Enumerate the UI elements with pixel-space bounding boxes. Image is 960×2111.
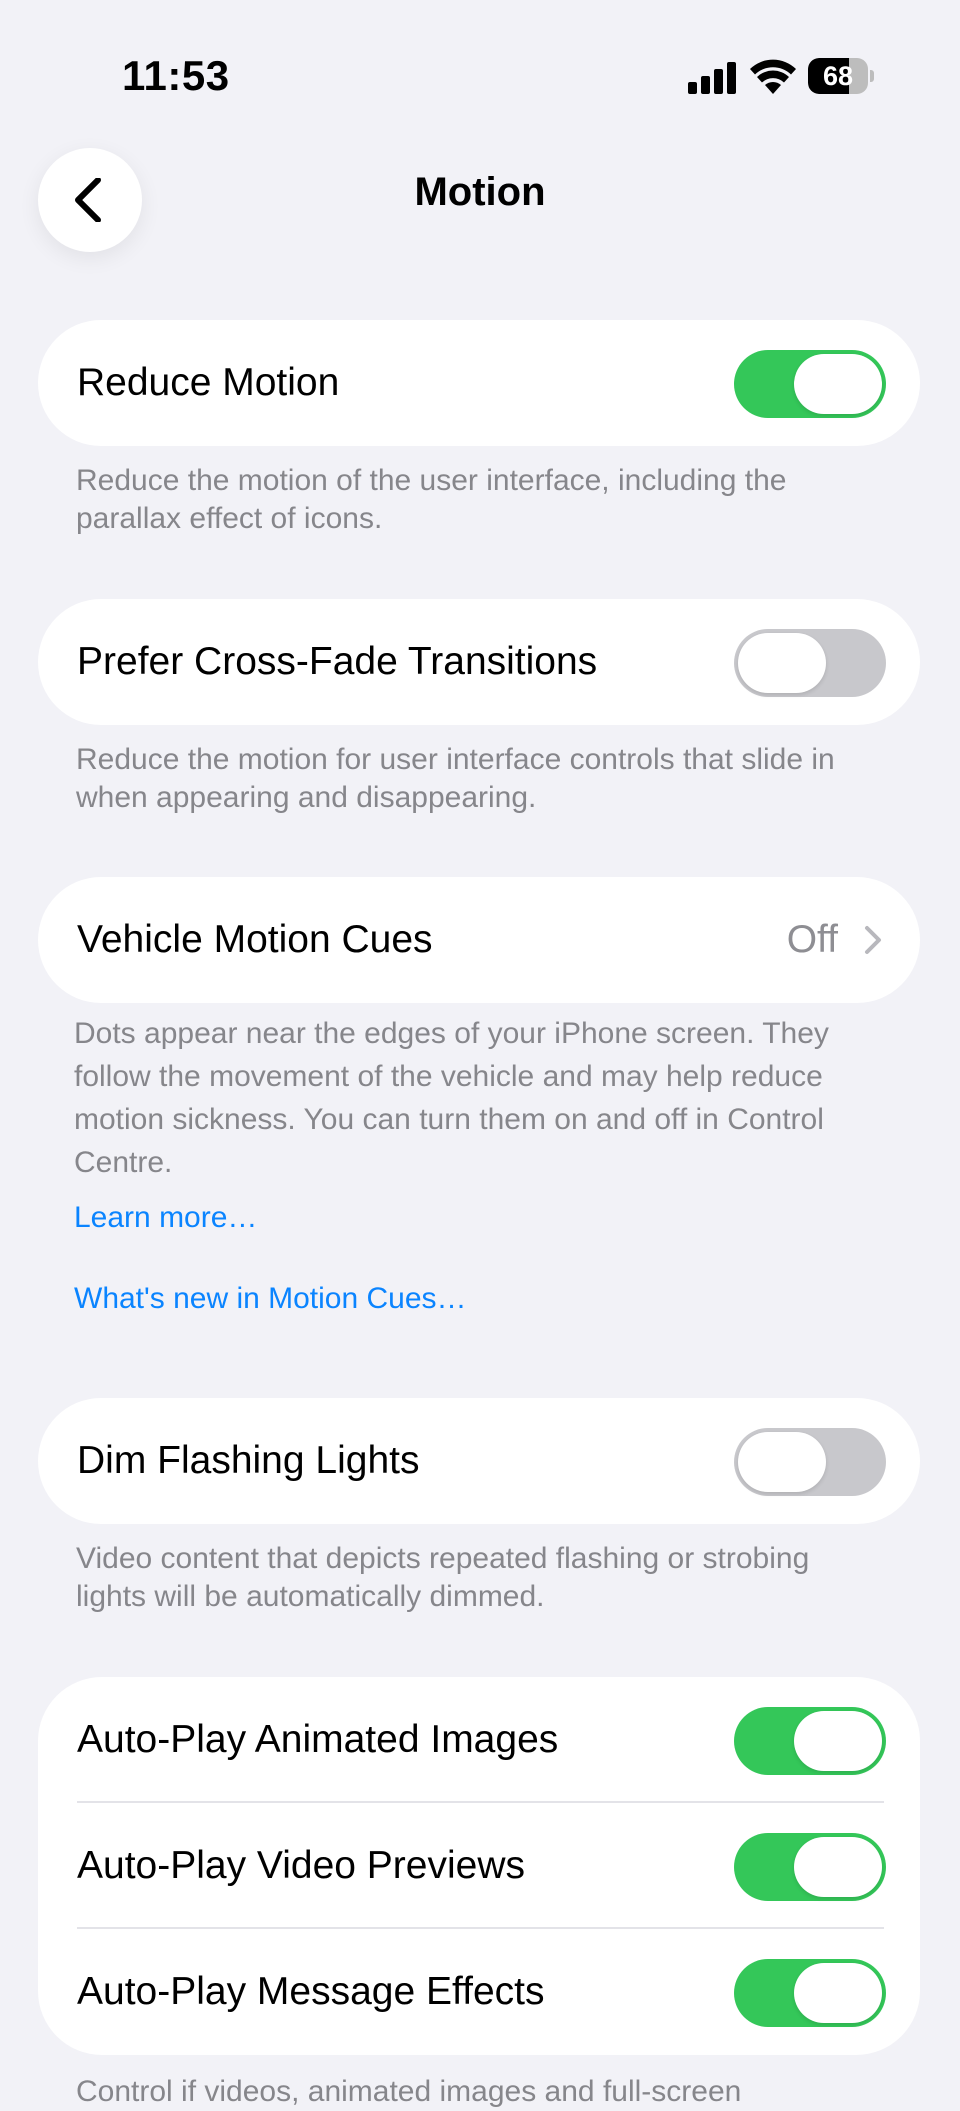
auto-play-message-effects-label: Auto-Play Message Effects: [77, 1970, 545, 2013]
dim-flashing-lights-group: Dim Flashing Lights: [38, 1398, 920, 1524]
auto-play-video-previews-row: Auto-Play Video Previews: [38, 1803, 920, 1929]
reduce-motion-label: Reduce Motion: [77, 361, 340, 404]
auto-play-message-effects-row: Auto-Play Message Effects: [38, 1929, 920, 2055]
vehicle-motion-cues-footer: Dots appear near the edges of your iPhon…: [74, 1017, 829, 1179]
status-time: 11:53: [122, 52, 230, 99]
battery-icon: 68: [808, 58, 874, 94]
battery-percentage: 68: [822, 61, 854, 91]
auto-play-video-previews-label: Auto-Play Video Previews: [77, 1844, 526, 1887]
reduce-motion-group: Reduce Motion: [38, 320, 920, 446]
auto-play-group: Auto-Play Animated Images Auto-Play Vide…: [38, 1677, 920, 2055]
page-title: Motion: [414, 170, 546, 214]
wifi-icon: [750, 59, 796, 94]
reduce-motion-row: Reduce Motion: [38, 320, 920, 446]
reduce-motion-footer: Reduce the motion of the user interface,…: [76, 464, 787, 535]
vehicle-motion-cues-row[interactable]: Vehicle Motion Cues Off: [38, 877, 920, 1003]
auto-play-animated-images-row: Auto-Play Animated Images: [38, 1677, 920, 1803]
reduce-motion-toggle[interactable]: [734, 350, 886, 418]
learn-more-link[interactable]: Learn more…: [74, 1201, 257, 1235]
auto-play-video-previews-toggle[interactable]: [734, 1833, 886, 1901]
dim-flashing-lights-label: Dim Flashing Lights: [77, 1439, 420, 1482]
dim-flashing-lights-footer: Video content that depicts repeated flas…: [76, 1542, 810, 1613]
vehicle-motion-cues-group: Vehicle Motion Cues Off: [38, 877, 920, 1003]
chevron-right-icon: [865, 926, 881, 954]
cellular-signal-icon: [688, 62, 736, 94]
cross-fade-label: Prefer Cross-Fade Transitions: [77, 640, 598, 683]
auto-play-animated-images-toggle[interactable]: [734, 1707, 886, 1775]
whats-new-motion-cues-link[interactable]: What's new in Motion Cues…: [74, 1282, 467, 1316]
dim-flashing-lights-toggle[interactable]: [734, 1428, 886, 1496]
cross-fade-toggle[interactable]: [734, 629, 886, 697]
cross-fade-group: Prefer Cross-Fade Transitions: [38, 599, 920, 725]
vehicle-motion-cues-label: Vehicle Motion Cues: [77, 918, 433, 961]
auto-play-message-effects-toggle[interactable]: [734, 1959, 886, 2027]
cross-fade-row: Prefer Cross-Fade Transitions: [38, 599, 920, 725]
dim-flashing-lights-row: Dim Flashing Lights: [38, 1398, 920, 1524]
auto-play-animated-images-label: Auto-Play Animated Images: [77, 1718, 559, 1761]
cross-fade-footer: Reduce the motion for user interface con…: [76, 743, 835, 814]
status-bar: 11:53 68: [0, 0, 960, 150]
auto-play-footer: Control if videos, animated images and f…: [76, 2075, 742, 2108]
vehicle-motion-cues-value: Off: [786, 918, 838, 961]
